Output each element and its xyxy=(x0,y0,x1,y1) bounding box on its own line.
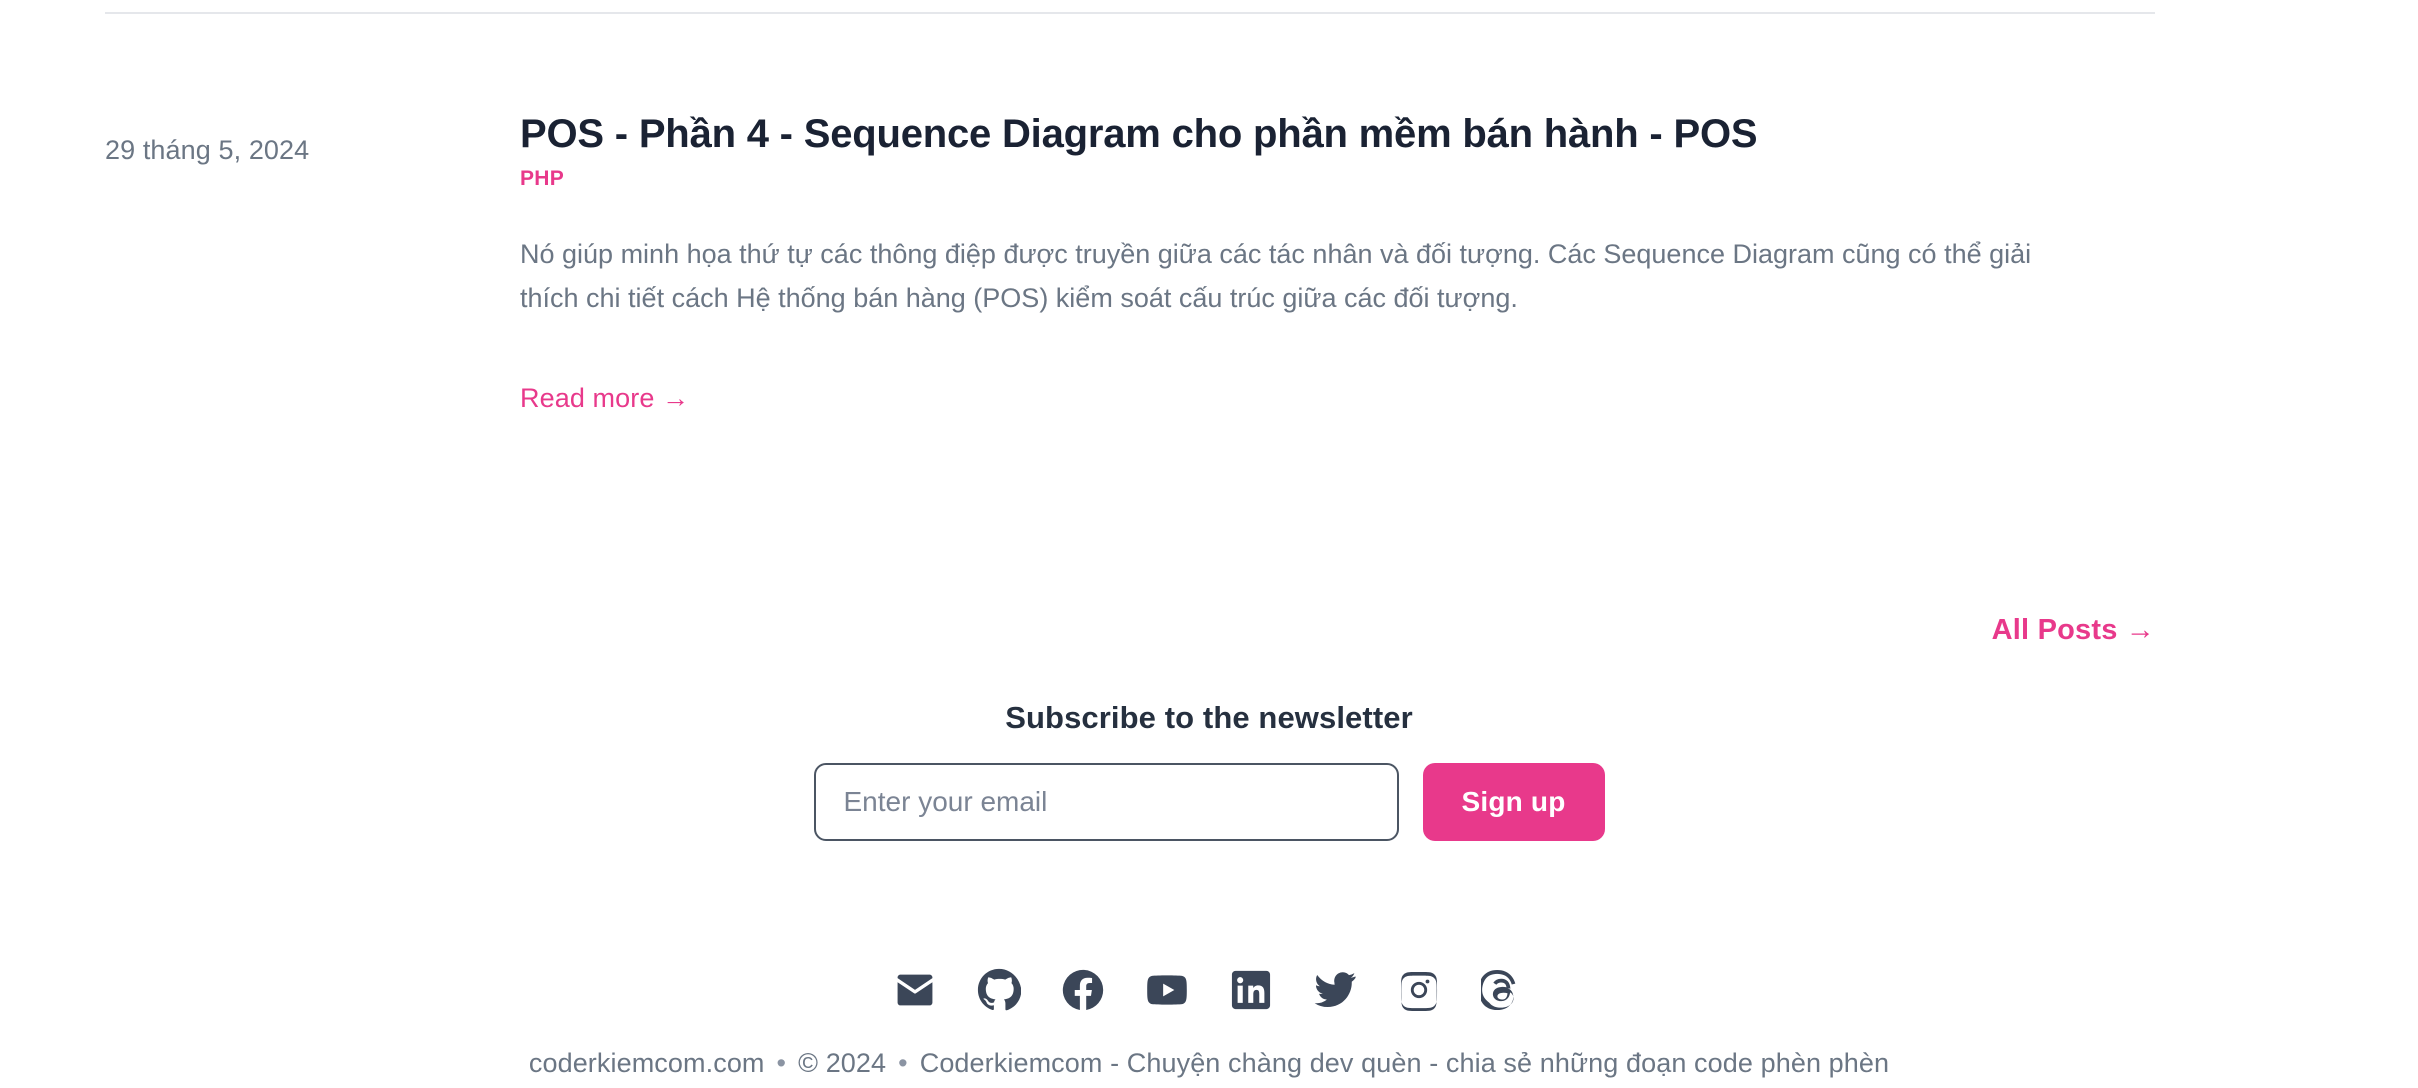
email-input[interactable] xyxy=(813,763,1399,841)
read-more-link[interactable]: Read more → xyxy=(520,383,689,414)
post-tag-php[interactable]: PHP xyxy=(520,167,2155,191)
threads-icon[interactable] xyxy=(1481,968,1525,1012)
linkedin-icon[interactable] xyxy=(1229,968,1273,1012)
footer-copyright: © 2024 xyxy=(798,1048,887,1078)
post-date: 29 tháng 5, 2024 xyxy=(105,135,310,165)
newsletter-form: Sign up xyxy=(813,763,1605,841)
post-date-column: 29 tháng 5, 2024 xyxy=(0,110,520,170)
newsletter-section: Subscribe to the newsletter Sign up xyxy=(0,700,2418,841)
social-links xyxy=(0,968,2418,1012)
footer-separator-2: • xyxy=(898,1048,908,1078)
facebook-icon[interactable] xyxy=(1061,968,1105,1012)
post-list-item: 29 tháng 5, 2024 POS - Phần 4 - Sequence… xyxy=(0,110,2418,414)
footer-site-link[interactable]: coderkiemcom.com xyxy=(529,1048,765,1078)
post-title-link[interactable]: POS - Phần 4 - Sequence Diagram cho phần… xyxy=(520,110,2155,158)
twitter-icon[interactable] xyxy=(1313,968,1357,1012)
youtube-icon[interactable] xyxy=(1145,968,1189,1012)
top-divider xyxy=(105,12,2155,14)
mail-icon[interactable] xyxy=(893,968,937,1012)
github-icon[interactable] xyxy=(977,968,1021,1012)
footer-tagline: Coderkiemcom - Chuyện chàng dev quèn - c… xyxy=(919,1048,1890,1078)
post-content-column: POS - Phần 4 - Sequence Diagram cho phần… xyxy=(520,110,2418,414)
site-footer: coderkiemcom.com • © 2024 • Coderkiemcom - C… xyxy=(0,1048,2418,1079)
signup-button[interactable]: Sign up xyxy=(1422,763,1605,841)
newsletter-title: Subscribe to the newsletter xyxy=(1005,700,1413,735)
footer-separator-1: • xyxy=(776,1048,787,1078)
post-excerpt: Nó giúp minh họa thứ tự các thông điệp đ… xyxy=(520,239,2032,313)
all-posts-container: All Posts → xyxy=(0,614,2418,647)
instagram-icon[interactable] xyxy=(1397,968,1441,1012)
all-posts-link[interactable]: All Posts → xyxy=(1992,614,2155,646)
